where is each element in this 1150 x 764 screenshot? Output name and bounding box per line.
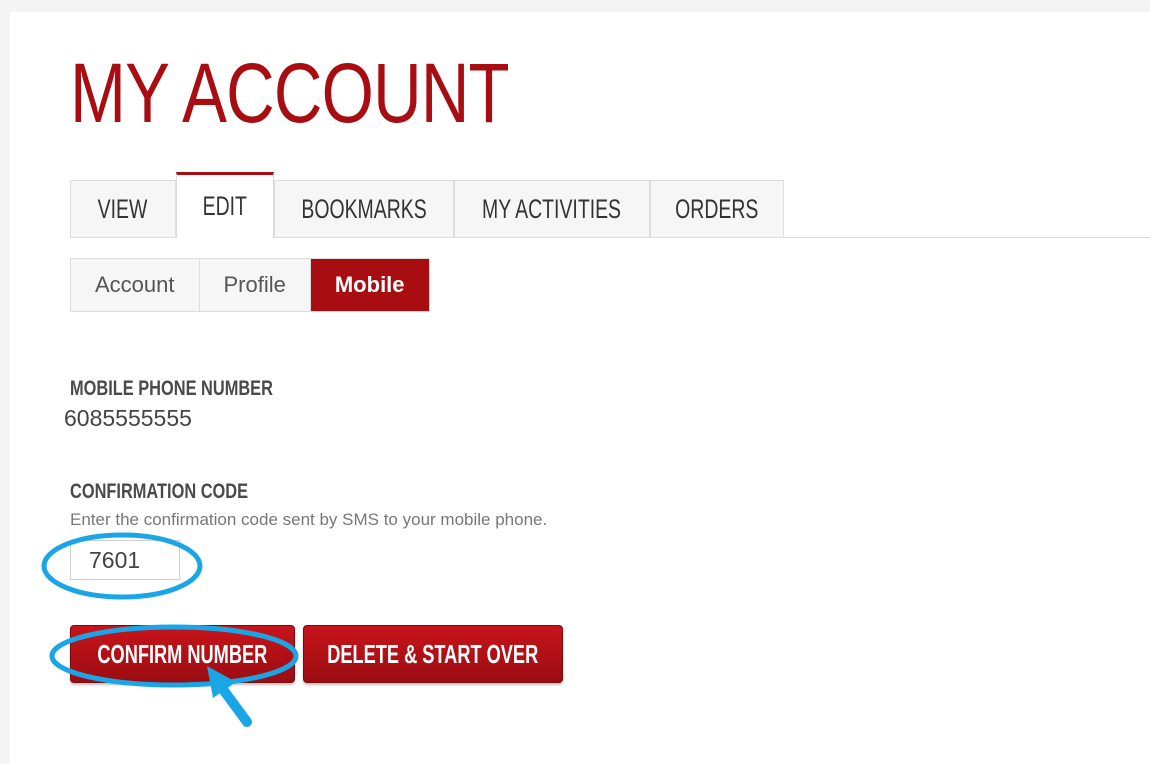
confirmation-code-help: Enter the confirmation code sent by SMS … [70, 510, 548, 529]
tab-bookmarks[interactable]: BOOKMARKS [274, 180, 454, 237]
subtab-profile[interactable]: Profile [199, 259, 311, 311]
tab-label: ORDERS [675, 193, 759, 224]
confirm-number-label: CONFIRM NUMBER [97, 638, 268, 669]
mobile-phone-label: MOBILE PHONE NUMBER [70, 377, 273, 400]
delete-start-over-button[interactable]: DELETE & START OVER [303, 625, 563, 683]
tab-label: VIEW [98, 193, 148, 224]
tab-view[interactable]: VIEW [70, 180, 176, 237]
secondary-tabs: Account Profile Mobile [70, 258, 430, 312]
subtab-account[interactable]: Account [71, 259, 200, 311]
confirm-number-button[interactable]: CONFIRM NUMBER [70, 625, 295, 683]
tab-my-activities[interactable]: MY ACTIVITIES [454, 180, 650, 237]
tab-orders[interactable]: ORDERS [650, 180, 784, 237]
tab-label: BOOKMARKS [301, 193, 427, 224]
tab-edit[interactable]: EDIT [176, 172, 274, 238]
confirmation-code-input[interactable] [70, 540, 180, 580]
tab-label: MY ACTIVITIES [482, 193, 622, 224]
page-title: MY ACCOUNT [70, 46, 510, 140]
subtab-mobile[interactable]: Mobile [310, 259, 429, 311]
confirmation-code-label: CONFIRMATION CODE [70, 480, 249, 503]
primary-tabs: VIEW EDIT BOOKMARKS MY ACTIVITIES ORDERS [70, 172, 1150, 238]
delete-start-over-label: DELETE & START OVER [327, 638, 539, 669]
mobile-phone-value: 6085555555 [64, 405, 192, 431]
tab-label: EDIT [202, 191, 248, 221]
